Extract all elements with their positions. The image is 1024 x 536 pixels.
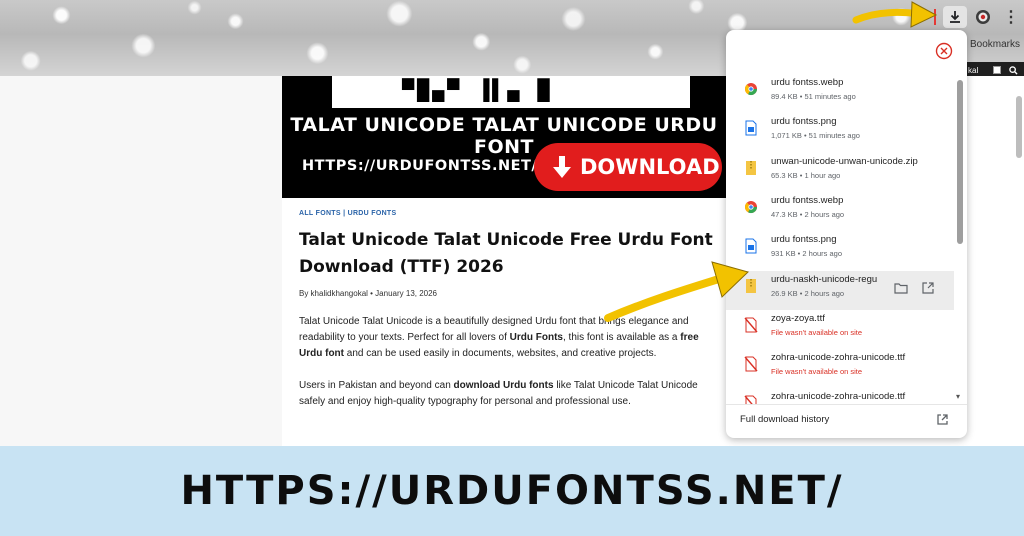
second-paragraph: Users in Pakistan and beyond can downloa…: [299, 378, 713, 410]
p2-bold-download-urdu-fonts: download Urdu fonts: [453, 380, 554, 391]
download-icon: [950, 11, 960, 23]
download-item-name[interactable]: unwan-unicode-unwan-unicode.zip: [771, 156, 921, 167]
download-button[interactable]: [943, 6, 967, 28]
download-item-meta: 26.9 KB • 2 hours ago: [771, 288, 845, 298]
download-item[interactable]: urdu fontss.webp 47.3 KB • 2 hours ago: [726, 192, 954, 231]
open-external-icon[interactable]: [936, 413, 949, 426]
page-left-margin: [0, 76, 282, 446]
folder-icon[interactable]: [894, 281, 908, 295]
site-url-banner: HTTPS://URDUFONTSS.NET/: [0, 446, 1024, 536]
download-item[interactable]: urdu fontss.png 931 KB • 2 hours ago: [726, 231, 954, 270]
post-categories[interactable]: ALL FONTS | URDU FONTS: [299, 210, 713, 217]
banner-url: HTTPS://URDUFONTSS.NET/: [180, 468, 844, 514]
download-item-meta: File wasn't available on site: [771, 367, 863, 377]
post-byline: By khalidkhangokal • January 13, 2026: [299, 289, 438, 298]
post-title: Talat Unicode Talat Unicode Free Urdu Fo…: [299, 230, 713, 277]
extension-icon: [976, 10, 990, 24]
download-item[interactable]: urdu-naskh-unicode-regu 26.9 KB • 2 hours…: [726, 270, 954, 310]
download-item-meta: 931 KB • 2 hours ago: [771, 249, 843, 259]
article: ALL FONTS | URDU FONTS Talat Unicode Tal…: [299, 210, 713, 410]
download-item-name[interactable]: zohra-unicode-zohra-unicode.ttf: [771, 391, 921, 402]
p1-bold-urdu-fonts: Urdu Fonts: [509, 332, 563, 343]
page-scrollbar[interactable]: [1016, 96, 1022, 158]
download-item-meta: 65.3 KB • 1 hour ago: [771, 170, 841, 180]
download-item-name[interactable]: zohra-unicode-zohra-unicode.ttf: [771, 352, 921, 363]
hero-url: HTTPS://URDUFONTSS.NET/: [302, 158, 538, 174]
download-item-name[interactable]: urdu-naskh-unicode-regu: [771, 274, 889, 285]
image-file-icon: [745, 238, 757, 254]
search-icon[interactable]: [1009, 65, 1018, 75]
download-item-name[interactable]: urdu fontss.webp: [771, 195, 921, 206]
chrome-file-icon: [744, 200, 757, 213]
open-external-icon[interactable]: [921, 281, 935, 295]
download-item-name[interactable]: urdu fontss.png: [771, 234, 921, 245]
scroll-down-icon[interactable]: ▾: [956, 392, 960, 401]
failed-file-icon: [744, 356, 758, 372]
zip-file-icon: [746, 278, 756, 293]
failed-file-icon: [744, 317, 758, 333]
download-item[interactable]: zohra-unicode-zohra-unicode.ttf: [726, 388, 954, 404]
chrome-file-icon: [744, 83, 757, 96]
download-item[interactable]: zohra-unicode-zohra-unicode.ttf File wasn…: [726, 349, 954, 388]
extension-button[interactable]: [971, 6, 995, 28]
download-item-name[interactable]: urdu fontss.png: [771, 116, 921, 127]
full-history-row[interactable]: Full download history: [726, 404, 967, 438]
download-item-meta: File wasn't available on site: [771, 327, 863, 337]
panel-scroll-thumb[interactable]: [957, 80, 963, 244]
downloads-panel: urdu fontss.webp 89.4 KB • 51 minutes ago…: [726, 30, 967, 438]
hero-download-label: DOWNLOAD: [580, 155, 720, 179]
featured-image: ▀█▄▀ ▐▌▄ █ TALAT UNICODE TALAT UNICODE U…: [282, 76, 726, 198]
admin-avatar[interactable]: [993, 66, 1001, 74]
hero-download-badge: DOWNLOAD: [534, 143, 722, 191]
download-item-meta: 47.3 KB • 2 hours ago: [771, 209, 845, 219]
p1-text-e: and can be used easily in documents, web…: [344, 348, 657, 359]
zip-file-icon: [746, 160, 756, 175]
download-item-name[interactable]: zoya-zoya.ttf: [771, 313, 921, 324]
intro-paragraph: Talat Unicode Talat Unicode is a beautif…: [299, 314, 713, 362]
download-item-meta: 1,071 KB • 51 minutes ago: [771, 131, 860, 141]
download-item[interactable]: urdu fontss.webp 89.4 KB • 51 minutes ago: [726, 74, 954, 113]
download-item-meta: 89.4 KB • 51 minutes ago: [771, 92, 856, 101]
failed-file-icon: [744, 395, 757, 404]
download-item[interactable]: zoya-zoya.ttf File wasn't available on si…: [726, 310, 954, 349]
p1-text-c: , this font is available as a: [562, 332, 681, 343]
p2-text-a: Users in Pakistan and beyond can: [299, 380, 454, 391]
download-item[interactable]: unwan-unicode-unwan-unicode.zip 65.3 KB •…: [726, 153, 954, 192]
kebab-menu-button[interactable]: ⋮: [999, 6, 1023, 28]
kebab-menu-icon: ⋮: [1003, 9, 1019, 26]
hero-glyph-art: ▀█▄▀ ▐▌▄ █: [402, 78, 553, 102]
download-list: urdu fontss.webp 89.4 KB • 51 minutes ago…: [726, 74, 967, 404]
download-item-name[interactable]: urdu fontss.webp: [771, 77, 921, 88]
arrow-down-icon: [553, 156, 571, 178]
close-icon[interactable]: [935, 42, 953, 60]
hero-preview-strip: ▀█▄▀ ▐▌▄ █: [332, 76, 690, 108]
full-history-label[interactable]: Full download history: [740, 414, 829, 425]
download-item[interactable]: urdu fontss.png 1,071 KB • 51 minutes ago: [726, 113, 954, 152]
toolbar-separator: [934, 9, 936, 25]
image-file-icon: [745, 120, 757, 136]
bookmarks-label[interactable]: Bookmarks: [970, 39, 1020, 50]
